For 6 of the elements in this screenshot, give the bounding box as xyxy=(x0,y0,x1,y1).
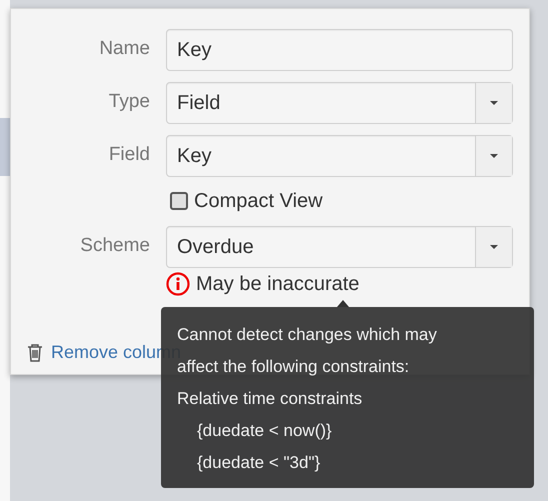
checkbox-label: Compact View xyxy=(194,189,323,214)
field-label: Name xyxy=(98,37,151,62)
field-label: Type xyxy=(108,90,151,114)
field-label: Scheme xyxy=(79,234,151,258)
warning-text: May be inaccurate xyxy=(196,272,360,297)
field-label: Field xyxy=(108,143,151,168)
